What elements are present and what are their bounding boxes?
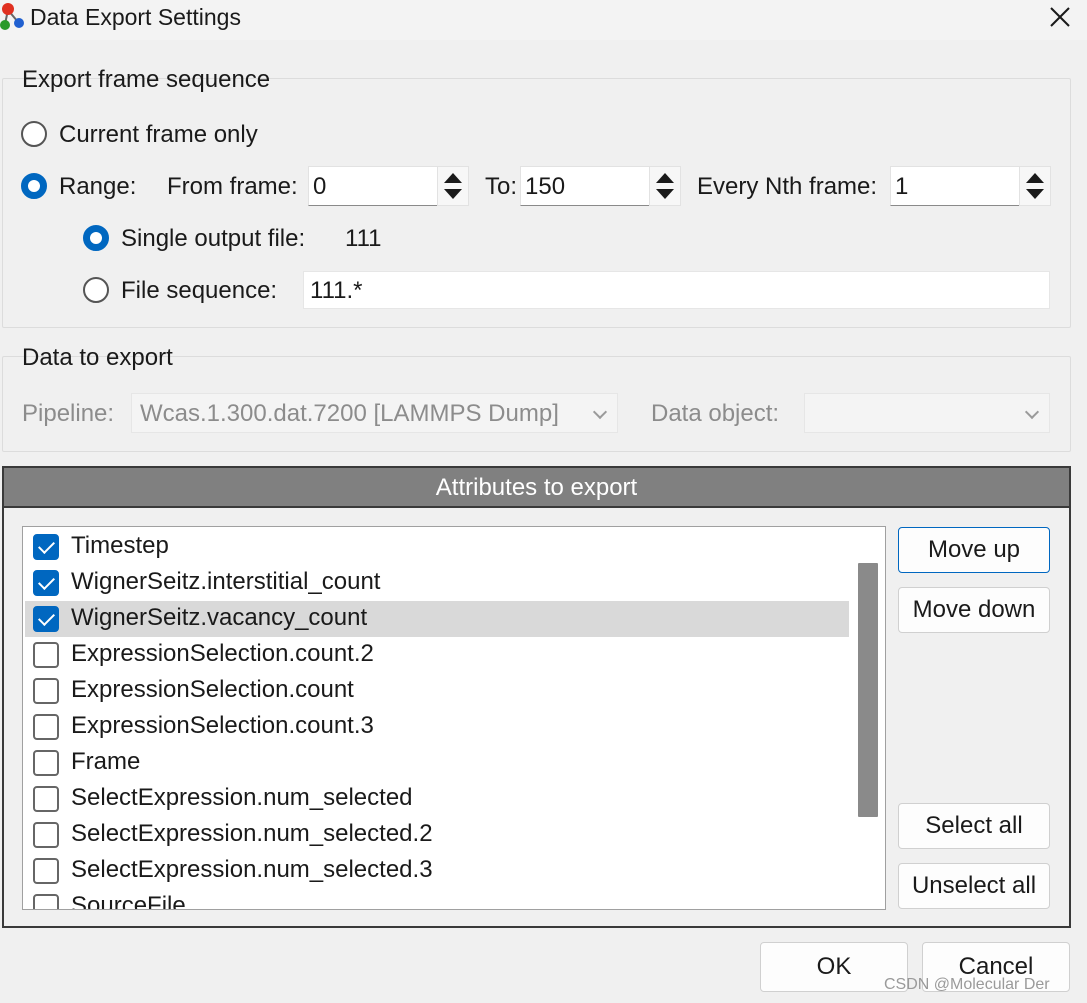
attribute-list-item[interactable]: Frame [25,745,849,781]
attribute-checkbox[interactable] [33,534,59,560]
to-frame-spinner[interactable] [649,166,681,206]
attribute-checkbox[interactable] [33,606,59,632]
file-sequence-radio[interactable] [83,277,109,303]
attribute-label: SelectExpression.num_selected [71,784,413,811]
app-logo-icon [0,3,24,30]
attribute-list-item[interactable]: WignerSeitz.vacancy_count [25,601,849,637]
attribute-checkbox[interactable] [33,822,59,848]
single-output-file-label[interactable]: Single output file: [121,225,305,253]
file-sequence-input[interactable]: 111.* [303,271,1050,309]
pipeline-label: Pipeline: [22,400,115,427]
vertical-scrollbar[interactable] [855,527,885,909]
spin-up-icon[interactable] [656,173,674,183]
attribute-label: WignerSeitz.interstitial_count [71,568,381,595]
attribute-list-item[interactable]: SelectExpression.num_selected.2 [25,817,849,853]
every-nth-frame-label: Every Nth frame: [697,173,878,200]
attribute-label: SelectExpression.num_selected.3 [71,856,433,883]
to-frame-input[interactable]: 150 [520,166,650,206]
close-button[interactable] [1040,0,1080,34]
attribute-label: SourceFile [71,892,186,910]
range-label[interactable]: Range: [59,173,136,201]
to-label: To: [485,173,518,200]
attribute-label: ExpressionSelection.count [71,676,354,703]
file-sequence-label[interactable]: File sequence: [121,277,277,305]
attributes-list[interactable]: Timestep WignerSeitz.interstitial_count Wi… [22,526,886,910]
attribute-list-item[interactable]: SelectExpression.num_selected.3 [25,853,849,889]
from-frame-input[interactable]: 0 [308,166,438,206]
chevron-down-icon [592,404,608,420]
data-export-settings-dialog: Data Export Settings Export frame sequen… [0,0,1087,1003]
attribute-label: ExpressionSelection.count.2 [71,640,374,667]
spin-down-icon[interactable] [444,189,462,199]
attribute-checkbox[interactable] [33,750,59,776]
every-nth-frame-input[interactable]: 1 [890,166,1020,206]
attribute-list-item[interactable]: ExpressionSelection.count.2 [25,637,849,673]
attribute-label: ExpressionSelection.count.3 [71,712,374,739]
attribute-checkbox[interactable] [33,642,59,668]
attribute-label: WignerSeitz.vacancy_count [71,604,368,631]
data-object-select[interactable] [804,393,1050,433]
attribute-list-item[interactable]: ExpressionSelection.count [25,673,849,709]
attribute-checkbox[interactable] [33,570,59,596]
attribute-checkbox[interactable] [33,786,59,812]
data-to-export-title: Data to export [22,344,173,371]
move-down-button[interactable]: Move down [898,587,1050,633]
attributes-header: Attributes to export [4,468,1069,508]
spin-up-icon[interactable] [444,173,462,183]
watermark: CSDN @Molecular Der [884,976,1050,993]
from-frame-label: From frame: [167,173,298,200]
move-up-button[interactable]: Move up [898,527,1050,573]
unselect-all-button[interactable]: Unselect all [898,863,1050,909]
attributes-panel: Attributes to export Timestep WignerSeitz… [2,466,1071,928]
attribute-list-item[interactable]: SourceFile [25,889,849,910]
pipeline-select-value: Wcas.1.300.dat.7200 [LAMMPS Dump] [140,400,559,427]
export-frame-sequence-title: Export frame sequence [22,66,271,93]
chevron-down-icon [1024,404,1040,420]
attribute-label: Frame [71,748,141,775]
single-output-file-value: 111 [345,225,382,252]
select-all-button[interactable]: Select all [898,803,1050,849]
attribute-checkbox[interactable] [33,858,59,884]
attribute-checkbox[interactable] [33,678,59,704]
pipeline-select[interactable]: Wcas.1.300.dat.7200 [LAMMPS Dump] [131,393,618,433]
attribute-list-item[interactable]: ExpressionSelection.count.3 [25,709,849,745]
current-frame-only-radio[interactable] [21,121,47,147]
spin-down-icon[interactable] [1026,189,1044,199]
attribute-checkbox[interactable] [33,894,59,909]
single-output-file-radio[interactable] [83,225,109,251]
scrollbar-thumb[interactable] [858,563,878,817]
window-title: Data Export Settings [30,4,241,30]
attribute-list-item[interactable]: WignerSeitz.interstitial_count [25,565,849,601]
attribute-label: Timestep [71,532,169,559]
from-frame-spinner[interactable] [437,166,469,206]
data-object-label: Data object: [651,400,780,427]
spin-down-icon[interactable] [656,189,674,199]
title-bar: Data Export Settings [0,0,1087,40]
every-nth-frame-spinner[interactable] [1019,166,1051,206]
attribute-label: SelectExpression.num_selected.2 [71,820,433,847]
spin-up-icon[interactable] [1026,173,1044,183]
close-icon [1050,7,1070,27]
attribute-checkbox[interactable] [33,714,59,740]
current-frame-only-label[interactable]: Current frame only [59,121,258,149]
attribute-list-item[interactable]: SelectExpression.num_selected [25,781,849,817]
range-radio[interactable] [21,173,47,199]
attribute-list-item[interactable]: Timestep [25,529,849,565]
